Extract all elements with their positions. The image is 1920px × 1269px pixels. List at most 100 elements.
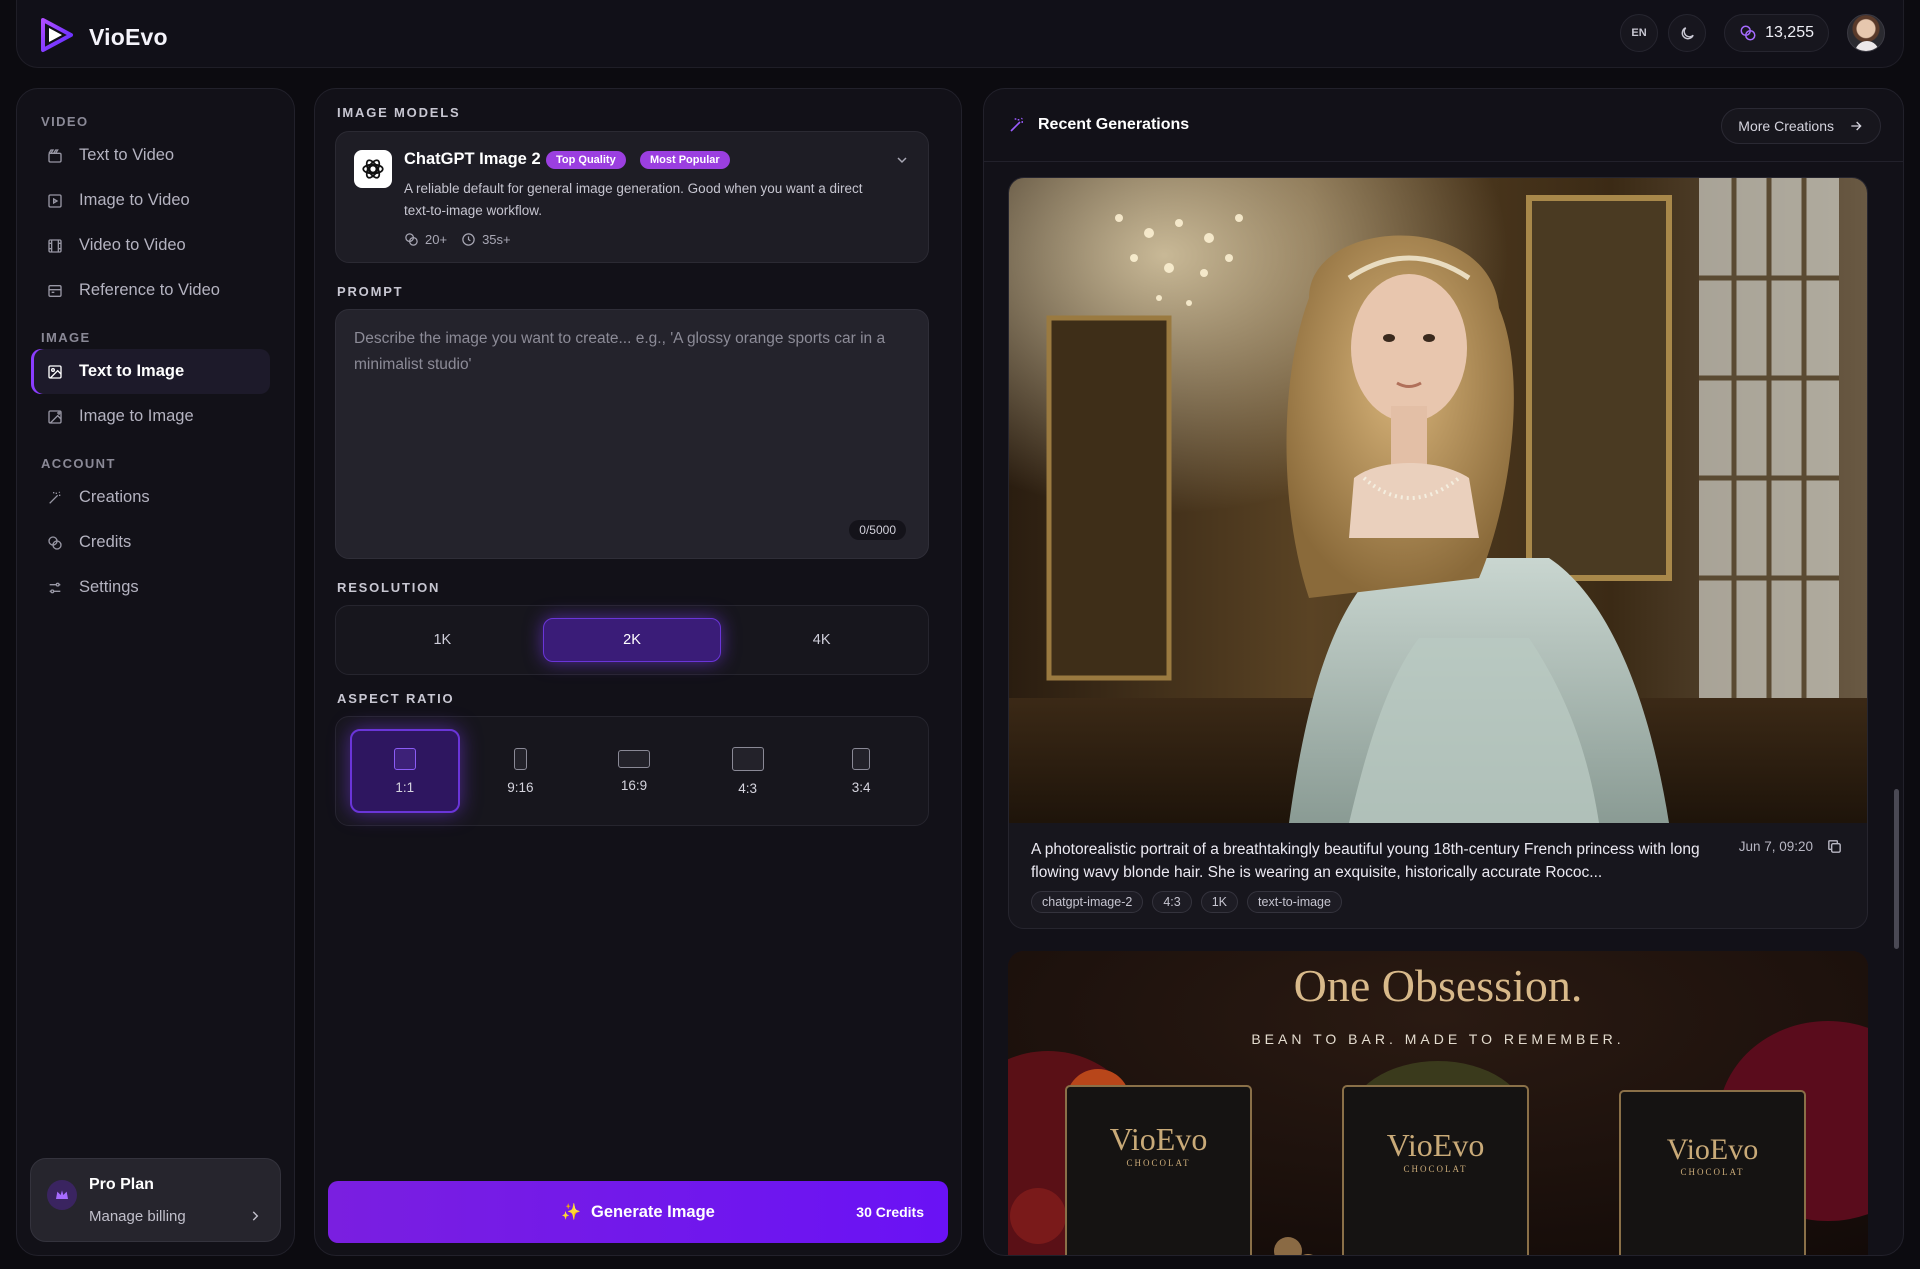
sidebar-item-label: Settings [79, 578, 139, 596]
bar-brand: VioEvo [1386, 1127, 1485, 1163]
bar-sub: CHOCOLAT [1680, 1167, 1745, 1177]
image-icon [47, 364, 63, 380]
aspect-9-16-button[interactable]: 9:16 [468, 729, 574, 813]
logo[interactable]: VioEvo [37, 16, 168, 59]
coins-icon [47, 535, 63, 551]
coins-icon [1740, 25, 1756, 41]
sidebar-item-label: Credits [79, 533, 132, 551]
image-plus-icon [47, 409, 63, 425]
sidebar-item-image-to-video[interactable]: Image to Video [31, 178, 270, 223]
copy-icon[interactable] [1826, 838, 1843, 860]
more-creations-button[interactable]: More Creations [1721, 108, 1881, 144]
nav-section-video: VIDEO [41, 114, 89, 129]
chevron-right-icon [248, 1209, 262, 1228]
scrollbar[interactable] [1894, 789, 1899, 949]
sidebar-item-credits[interactable]: Credits [31, 520, 270, 565]
resolution-label: RESOLUTION [337, 580, 441, 595]
generate-cost: 30 Credits [856, 1204, 924, 1220]
nav-section-account: ACCOUNT [41, 456, 116, 471]
model-name: ChatGPT Image 2 [404, 150, 541, 168]
openai-logo-icon [354, 150, 392, 188]
char-count: 0/5000 [849, 520, 906, 540]
model-cost: 20+ [404, 232, 447, 247]
sidebar-item-video-to-video[interactable]: Video to Video [31, 223, 270, 268]
landscape-shape-icon [617, 749, 650, 768]
ad-tagline: BEAN TO BAR. MADE TO REMEMBER. [1251, 1031, 1625, 1047]
model-description: A reliable default for general image gen… [404, 181, 863, 218]
prompt-input[interactable] [336, 310, 928, 558]
generation-date: Jun 7, 09:20 [1738, 839, 1813, 854]
chevron-down-icon[interactable] [894, 152, 910, 173]
plan-card[interactable]: Pro Plan Manage billing [30, 1158, 281, 1242]
aspect-16-9-button[interactable]: 16:9 [581, 729, 687, 813]
wand-icon [47, 490, 63, 506]
ad-headline: One Obsession. [1293, 960, 1583, 1011]
reference-video-icon [47, 283, 63, 299]
sidebar: VIDEO Text to Video Image to Video Video… [16, 88, 295, 1256]
app-name: VioEvo [89, 24, 168, 50]
portrait-shape-icon [852, 747, 871, 770]
crown-icon [47, 1180, 77, 1210]
bar-sub: CHOCOLAT [1403, 1164, 1468, 1174]
bar-brand: VioEvo [1109, 1121, 1208, 1157]
model-time-value: 35s+ [482, 232, 511, 247]
model-selector[interactable]: ChatGPT Image 2 Top Quality Most Popular… [335, 131, 929, 263]
sparkle-icon: ✨ [561, 1204, 582, 1221]
square-shape-icon [393, 747, 416, 770]
top-bar: VioEvo EN 13,255 [16, 0, 1904, 68]
credits-balance[interactable]: 13,255 [1724, 14, 1829, 52]
prompt-box: 0/5000 [335, 309, 929, 559]
generated-image[interactable] [1009, 178, 1867, 823]
coins-icon [405, 233, 418, 246]
sidebar-item-settings[interactable]: Settings [31, 565, 270, 610]
aspect-1-1-button[interactable]: 1:1 [350, 729, 460, 813]
recent-generations-panel: Recent Generations More Creations A phot… [983, 88, 1904, 1256]
tag-model: chatgpt-image-2 [1031, 891, 1144, 913]
sidebar-item-text-to-video[interactable]: Text to Video [31, 133, 270, 178]
sidebar-item-label: Video to Video [79, 236, 186, 254]
badge-top-quality: Top Quality [546, 151, 626, 169]
resolution-1k-button[interactable]: 1K [354, 618, 531, 662]
portrait-shape-icon [513, 747, 527, 770]
sidebar-item-image-to-image[interactable]: Image to Image [31, 394, 270, 439]
sidebar-item-label: Image to Image [79, 407, 194, 425]
recent-header: Recent Generations More Creations [984, 89, 1903, 162]
sidebar-item-label: Reference to Video [79, 281, 220, 299]
sidebar-item-label: Text to Video [79, 146, 175, 164]
more-creations-label: More Creations [1738, 118, 1834, 134]
aspect-4-3-button[interactable]: 4:3 [695, 729, 801, 813]
moon-icon [1681, 26, 1694, 39]
sidebar-item-creations[interactable]: Creations [31, 475, 270, 520]
film-icon [47, 238, 63, 254]
model-time: 35s+ [461, 232, 511, 247]
bar-sub: CHOCOLAT [1126, 1158, 1191, 1168]
avatar[interactable] [1847, 14, 1885, 52]
resolution-4k-button[interactable]: 4K [733, 618, 910, 662]
sidebar-item-text-to-image[interactable]: Text to Image [31, 349, 270, 394]
sidebar-item-label: Text to Image [79, 362, 185, 380]
aspect-label: 4:3 [738, 780, 757, 796]
aspect-label: 9:16 [507, 779, 534, 795]
sidebar-item-reference-to-video[interactable]: Reference to Video [31, 268, 270, 313]
nav-section-image: IMAGE [41, 330, 91, 345]
resolution-selector: 1K 2K 4K [335, 605, 929, 675]
image-play-icon [47, 193, 63, 209]
aspect-ratio-selector: 1:1 9:16 16:9 4:3 3:4 [335, 716, 929, 826]
generation-card[interactable]: One Obsession. BEAN TO BAR. MADE TO REME… [1008, 951, 1868, 1255]
resolution-2k-button[interactable]: 2K [542, 618, 722, 662]
plan-title: Pro Plan [89, 1176, 154, 1193]
theme-toggle[interactable] [1668, 14, 1707, 52]
generate-image-button[interactable]: ✨ Generate Image 30 Credits [328, 1181, 948, 1243]
wand-icon [1008, 116, 1026, 139]
generation-card[interactable]: A photorealistic portrait of a breathtak… [1008, 177, 1868, 929]
aspect-label: 1:1 [395, 779, 415, 795]
language-button[interactable]: EN [1620, 14, 1659, 52]
sidebar-item-label: Image to Video [79, 191, 190, 209]
clock-icon [462, 233, 475, 246]
manage-billing-link[interactable]: Manage billing [89, 1208, 186, 1225]
aspect-3-4-button[interactable]: 3:4 [808, 729, 914, 813]
sliders-icon [47, 580, 63, 596]
sidebar-item-label: Creations [79, 488, 150, 506]
landscape-shape-icon [731, 746, 764, 771]
generator-panel: IMAGE MODELS ChatGPT Image 2 Top Quality… [314, 88, 962, 1256]
